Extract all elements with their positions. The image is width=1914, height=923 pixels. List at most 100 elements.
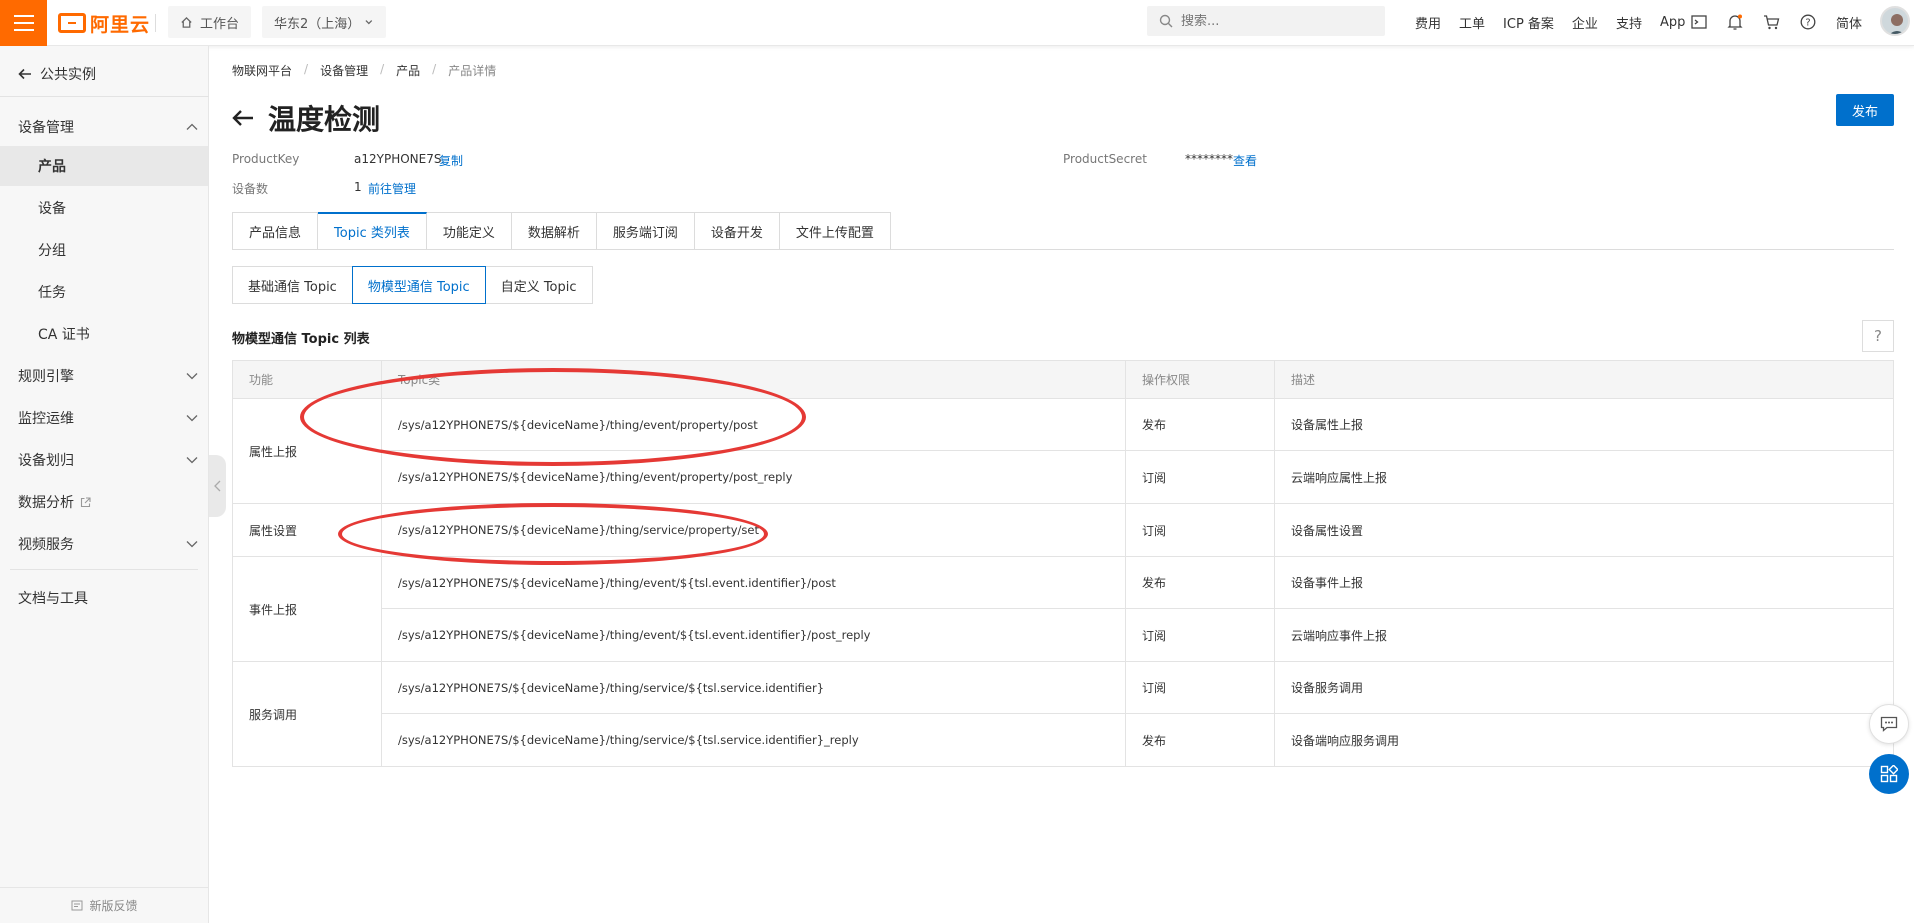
breadcrumb-iot[interactable]: 物联网平台 xyxy=(232,62,292,79)
cart-icon[interactable] xyxy=(1762,13,1780,31)
top-link-ticket[interactable]: 工单 xyxy=(1450,13,1494,32)
chevron-down-icon xyxy=(186,415,198,422)
description-cell: 设备端响应服务调用 xyxy=(1291,733,1400,748)
table-group: 属性设置 /sys/a12YPHONE7S/${deviceName}/thin… xyxy=(233,504,1893,557)
help-icon[interactable]: ? xyxy=(1799,13,1817,31)
breadcrumb-current: 产品详情 xyxy=(448,64,497,78)
product-key-label: ProductKey xyxy=(232,152,300,166)
tab-product-info[interactable]: 产品信息 xyxy=(232,212,319,250)
question-icon: ? xyxy=(1874,327,1882,345)
region-label: 华东2（上海） xyxy=(274,16,361,32)
sidebar-docs-tools[interactable]: 文档与工具 xyxy=(18,588,198,608)
search-input[interactable] xyxy=(1181,13,1361,29)
tab-server-subscription[interactable]: 服务端订阅 xyxy=(596,212,695,250)
breadcrumb-separator: / xyxy=(380,62,385,76)
avatar[interactable] xyxy=(1880,6,1910,36)
sidebar-item-device[interactable]: 设备 xyxy=(0,188,208,228)
topic-subtabs: 基础通信 Topic 物模型通信 Topic 自定义 Topic xyxy=(232,266,593,304)
group-label: 属性设置 xyxy=(233,504,382,556)
top-link-billing[interactable]: 费用 xyxy=(1406,13,1450,32)
description-cell: 设备属性设置 xyxy=(1291,523,1364,538)
divider xyxy=(155,14,156,32)
page-header: 温度检测 xyxy=(232,98,380,138)
topic-table: 功能 Topic类 操作权限 描述 属性上报 /sys/a12YPHONE7S/… xyxy=(232,360,1894,767)
top-link-app[interactable]: App xyxy=(1651,15,1694,30)
workbench-button[interactable]: 工作台 xyxy=(168,6,252,38)
breadcrumb-separator: / xyxy=(432,62,437,76)
bell-icon[interactable] xyxy=(1726,13,1744,31)
permission-cell: 订阅 xyxy=(1126,451,1275,503)
description-cell: 设备服务调用 xyxy=(1291,681,1364,695)
table-group: 服务调用 /sys/a12YPHONE7S/${deviceName}/thin… xyxy=(233,662,1893,766)
tab-file-upload-config[interactable]: 文件上传配置 xyxy=(779,212,891,250)
sidebar-collapse-handle[interactable] xyxy=(209,455,226,517)
table-row: /sys/a12YPHONE7S/${deviceName}/thing/ser… xyxy=(382,662,1893,714)
product-secret-value: ******** xyxy=(1185,152,1233,166)
search-box[interactable] xyxy=(1147,6,1385,36)
sidebar-item-group[interactable]: 分组 xyxy=(0,230,208,270)
top-links: 费用 工单 ICP 备案 企业 支持 App xyxy=(1406,0,1694,44)
description-cell: 设备事件上报 xyxy=(1291,576,1364,590)
logo-mark-icon xyxy=(58,13,86,33)
back-to-instances[interactable]: 公共实例 xyxy=(18,64,96,84)
topic-cell: /sys/a12YPHONE7S/${deviceName}/thing/ser… xyxy=(382,662,1126,713)
aliyun-logo[interactable]: 阿里云 xyxy=(58,10,150,36)
breadcrumb-product[interactable]: 产品 xyxy=(396,62,420,79)
publish-button[interactable]: 发布 xyxy=(1836,94,1894,126)
sidebar-group-video[interactable]: 视频服务 xyxy=(18,534,198,554)
device-count-value: 1 xyxy=(354,180,362,194)
sidebar-group-label: 设备划归 xyxy=(18,453,74,469)
chevron-down-icon xyxy=(186,541,198,548)
sidebar-item-ca-cert[interactable]: CA 证书 xyxy=(0,314,208,354)
sidebar-group-monitoring[interactable]: 监控运维 xyxy=(18,408,198,428)
sidebar-group-device-assign[interactable]: 设备划归 xyxy=(18,450,198,470)
permission-cell: 订阅 xyxy=(1126,609,1275,661)
feedback-link[interactable]: 新版反馈 xyxy=(0,887,209,923)
back-arrow-icon[interactable] xyxy=(232,109,254,127)
chat-button[interactable] xyxy=(1869,704,1909,744)
chevron-left-icon xyxy=(214,480,221,492)
breadcrumb-separator: / xyxy=(304,62,309,76)
copy-link[interactable]: 复制 xyxy=(439,152,463,169)
sidebar-item-task[interactable]: 任务 xyxy=(0,272,208,312)
home-icon xyxy=(181,16,192,28)
menu-icon[interactable] xyxy=(0,0,47,46)
permission-cell: 订阅 xyxy=(1126,662,1275,713)
table-row: /sys/a12YPHONE7S/${deviceName}/thing/eve… xyxy=(382,609,1893,661)
top-link-support[interactable]: 支持 xyxy=(1607,13,1651,32)
breadcrumb-device-mgmt[interactable]: 设备管理 xyxy=(320,62,368,79)
sidebar-item-label: 任务 xyxy=(38,285,66,301)
divider xyxy=(10,569,198,570)
apps-icon xyxy=(1880,765,1898,783)
sidebar-item-product[interactable]: 产品 xyxy=(0,146,208,186)
sidebar-group-device-mgmt[interactable]: 设备管理 xyxy=(18,117,198,137)
brand-name: 阿里云 xyxy=(90,13,151,36)
view-secret-link[interactable]: 查看 xyxy=(1233,152,1257,169)
column-header: Topic类 xyxy=(382,361,1126,398)
tab-feature-definition[interactable]: 功能定义 xyxy=(426,212,512,250)
apps-button[interactable] xyxy=(1869,754,1909,794)
top-link-enterprise[interactable]: 企业 xyxy=(1563,13,1607,32)
terminal-icon[interactable] xyxy=(1690,13,1708,31)
subtab-custom-topic[interactable]: 自定义 Topic xyxy=(484,266,593,304)
sidebar-group-data-analysis[interactable]: 数据分析 xyxy=(18,492,198,512)
back-label: 公共实例 xyxy=(40,67,96,83)
product-tabs: 产品信息 Topic 类列表 功能定义 数据解析 服务端订阅 设备开发 文件上传… xyxy=(232,212,891,250)
group-label: 服务调用 xyxy=(233,662,382,766)
sidebar-group-label: 规则引擎 xyxy=(18,369,74,385)
help-button[interactable]: ? xyxy=(1862,320,1894,352)
top-link-icp[interactable]: ICP 备案 xyxy=(1494,13,1563,32)
manage-devices-link[interactable]: 前往管理 xyxy=(368,180,416,197)
top-bar: 阿里云 工作台 华东2（上海） 费用 工单 ICP 备案 企业 支持 App ?… xyxy=(0,0,1914,46)
language-switch[interactable]: 简体 xyxy=(1836,13,1862,32)
subtab-tsl-topic[interactable]: 物模型通信 Topic xyxy=(351,266,486,304)
region-selector[interactable]: 华东2（上海） xyxy=(262,6,386,38)
sidebar-group-rule-engine[interactable]: 规则引擎 xyxy=(18,366,198,386)
topic-cell: /sys/a12YPHONE7S/${deviceName}/thing/eve… xyxy=(382,609,1126,661)
tab-device-development[interactable]: 设备开发 xyxy=(694,212,780,250)
sidebar-item-label: 产品 xyxy=(38,159,66,175)
tab-topic-list[interactable]: Topic 类列表 xyxy=(318,212,427,250)
tab-data-parsing[interactable]: 数据解析 xyxy=(511,212,597,250)
subtab-basic-topic[interactable]: 基础通信 Topic xyxy=(232,266,353,304)
chevron-down-icon xyxy=(186,457,198,464)
